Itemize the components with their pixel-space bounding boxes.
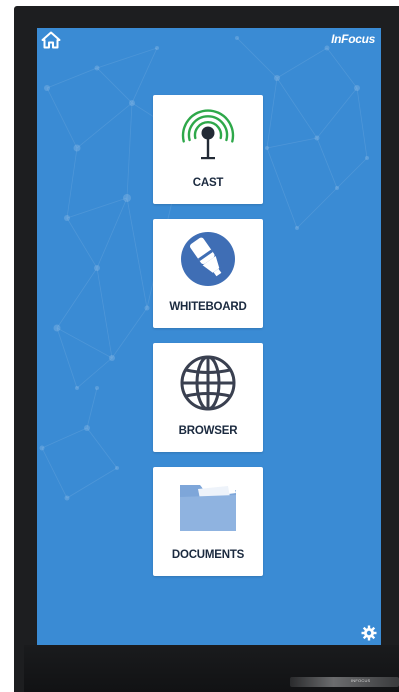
brand-logo: InFocus [331,32,375,46]
whiteboard-tile[interactable]: WHITEBOARD [153,219,263,328]
settings-button[interactable] [361,625,377,641]
cast-label: CAST [192,177,224,189]
documents-tile[interactable]: DOCUMENTS [153,467,263,576]
browser-label: BROWSER [178,425,238,437]
whiteboard-label: WHITEBOARD [169,301,247,313]
bezel-control-strip [290,677,399,687]
globe-icon [180,355,236,411]
home-icon [41,31,61,49]
documents-label: DOCUMENTS [171,549,245,561]
marker-icon [181,232,235,286]
gear-icon [361,625,377,641]
cast-antenna-icon [181,109,235,160]
home-button[interactable] [41,31,61,49]
bezel-brand-label: INFOCUS [351,678,371,683]
launcher-screen: InFocus CAST WHITEBOARD BROWSER DOCUMENT… [37,28,381,645]
cast-tile[interactable]: CAST [153,95,263,204]
folder-icon [180,482,236,531]
browser-tile[interactable]: BROWSER [153,343,263,452]
